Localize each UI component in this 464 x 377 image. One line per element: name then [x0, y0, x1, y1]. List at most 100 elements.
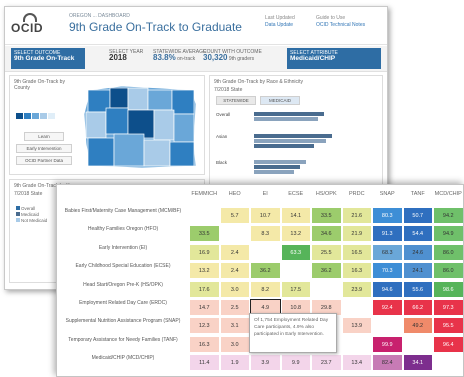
table-cell[interactable]: 36.2 [250, 262, 281, 280]
table-cell[interactable]: 3.0 [219, 280, 250, 298]
county-shape[interactable] [147, 89, 173, 111]
table-cell[interactable] [311, 280, 342, 298]
table-cell[interactable]: 2.5 [219, 299, 250, 316]
county-shape[interactable] [153, 109, 175, 141]
table-cell[interactable]: 10.7 [250, 207, 281, 224]
race-bar[interactable] [254, 112, 324, 116]
table-cell[interactable] [402, 335, 433, 353]
table-cell[interactable] [250, 243, 281, 261]
table-cell[interactable]: 34.6 [311, 225, 342, 243]
table-cell[interactable]: 91.3 [372, 225, 403, 243]
tab-statewide[interactable]: STATEWIDE [216, 96, 256, 105]
table-cell[interactable]: 94.6 [372, 280, 403, 298]
table-cell[interactable]: 13.4 [341, 354, 372, 372]
table-cell[interactable]: 16.3 [189, 335, 220, 353]
table-cell[interactable]: 66.2 [402, 299, 433, 316]
table-cell[interactable]: 2.4 [219, 243, 250, 261]
table-cell[interactable] [372, 317, 403, 335]
table-cell[interactable]: 5.7 [219, 207, 250, 224]
table-cell[interactable]: 21.6 [341, 207, 372, 224]
table-cell[interactable]: 17.5 [280, 280, 311, 298]
table-cell[interactable]: 86.0 [433, 262, 463, 280]
table-cell[interactable]: 8.3 [250, 225, 281, 243]
oregon-county-map[interactable] [82, 84, 202, 170]
table-cell[interactable]: 3.9 [250, 354, 281, 372]
year-selector[interactable]: SELECT YEAR 2018 [109, 49, 143, 62]
county-shape[interactable] [171, 89, 195, 115]
county-shape[interactable] [113, 133, 145, 167]
table-cell[interactable]: 97.3 [433, 299, 463, 316]
table-cell[interactable]: 36.2 [311, 262, 342, 280]
table-cell[interactable]: 34.1 [402, 354, 433, 372]
table-cell[interactable] [189, 207, 220, 224]
table-cell[interactable]: 49.2 [402, 317, 433, 335]
table-cell[interactable]: 9.9 [280, 354, 311, 372]
race-bar[interactable] [254, 139, 326, 143]
tab-medicaid[interactable]: MEDICAID [260, 96, 300, 105]
table-cell[interactable]: 12.3 [189, 317, 220, 335]
race-bar[interactable] [254, 165, 300, 169]
race-bar[interactable] [254, 117, 318, 121]
county-shape[interactable] [85, 111, 107, 139]
county-shape[interactable] [105, 107, 129, 135]
table-cell[interactable]: 24.6 [402, 243, 433, 261]
county-shape[interactable] [87, 137, 115, 167]
early-intervention-button[interactable]: Early Intervention [16, 144, 72, 153]
county-shape[interactable] [127, 87, 149, 111]
county-shape[interactable] [173, 113, 195, 143]
race-bar[interactable] [254, 170, 294, 174]
table-cell[interactable] [341, 335, 372, 353]
table-cell[interactable]: 25.5 [311, 243, 342, 261]
attribute-selector[interactable]: SELECT ATTRIBUTE Medicaid/CHIP [287, 48, 381, 69]
table-cell[interactable]: 17.6 [189, 280, 220, 298]
table-cell[interactable]: 82.4 [372, 354, 403, 372]
county-shape[interactable] [143, 139, 171, 167]
table-cell[interactable]: 94.2 [433, 207, 463, 224]
table-cell[interactable]: 33.5 [189, 225, 220, 243]
table-cell[interactable]: 14.1 [280, 207, 311, 224]
table-cell[interactable]: 13.2 [280, 225, 311, 243]
table-cell[interactable] [341, 299, 372, 316]
table-cell[interactable]: 50.7 [402, 207, 433, 224]
table-cell[interactable]: 98.6 [433, 280, 463, 298]
table-cell[interactable]: 8.2 [250, 280, 281, 298]
county-shape[interactable] [169, 141, 195, 167]
race-bar[interactable] [254, 144, 314, 148]
table-cell[interactable]: 16.3 [341, 262, 372, 280]
table-cell[interactable]: 99.9 [372, 335, 403, 353]
table-cell[interactable]: 11.4 [189, 354, 220, 372]
table-cell[interactable]: 14.7 [189, 299, 220, 316]
county-shape[interactable] [109, 87, 129, 109]
table-cell[interactable] [219, 225, 250, 243]
table-cell[interactable]: 95.5 [433, 317, 463, 335]
partner-data-button[interactable]: OCID Partner Data [16, 156, 72, 165]
table-cell[interactable]: 63.3 [280, 243, 311, 261]
table-cell[interactable]: 68.3 [372, 243, 403, 261]
table-cell[interactable]: 80.3 [372, 207, 403, 224]
outcome-selector[interactable]: SELECT OUTCOME 9th Grade On-Track [11, 48, 85, 69]
table-cell[interactable]: 21.9 [341, 225, 372, 243]
table-cell[interactable]: 86.0 [433, 243, 463, 261]
table-cell[interactable]: 3.1 [219, 317, 250, 335]
table-cell[interactable]: 1.9 [219, 354, 250, 372]
table-cell[interactable]: 2.4 [219, 262, 250, 280]
table-cell[interactable]: 55.6 [402, 280, 433, 298]
table-cell[interactable]: 96.4 [433, 335, 463, 353]
last-updated-link[interactable]: Data Update [265, 22, 295, 29]
table-cell[interactable]: 3.0 [219, 335, 250, 353]
table-cell[interactable]: 13.2 [189, 262, 220, 280]
table-cell[interactable]: 54.4 [402, 225, 433, 243]
table-cell[interactable]: 23.7 [311, 354, 342, 372]
table-cell[interactable]: 13.9 [341, 317, 372, 335]
table-cell[interactable]: 23.9 [341, 280, 372, 298]
table-cell[interactable]: 33.5 [311, 207, 342, 224]
table-cell[interactable] [280, 262, 311, 280]
table-cell[interactable]: 92.4 [372, 299, 403, 316]
table-cell[interactable]: 24.1 [402, 262, 433, 280]
race-bar[interactable] [254, 134, 332, 138]
race-bar[interactable] [254, 160, 306, 164]
technical-notes-link[interactable]: OCID Technical Notes [316, 22, 365, 29]
table-cell[interactable]: 16.9 [189, 243, 220, 261]
table-cell[interactable]: 16.5 [341, 243, 372, 261]
learn-button[interactable]: Learn [24, 132, 64, 141]
